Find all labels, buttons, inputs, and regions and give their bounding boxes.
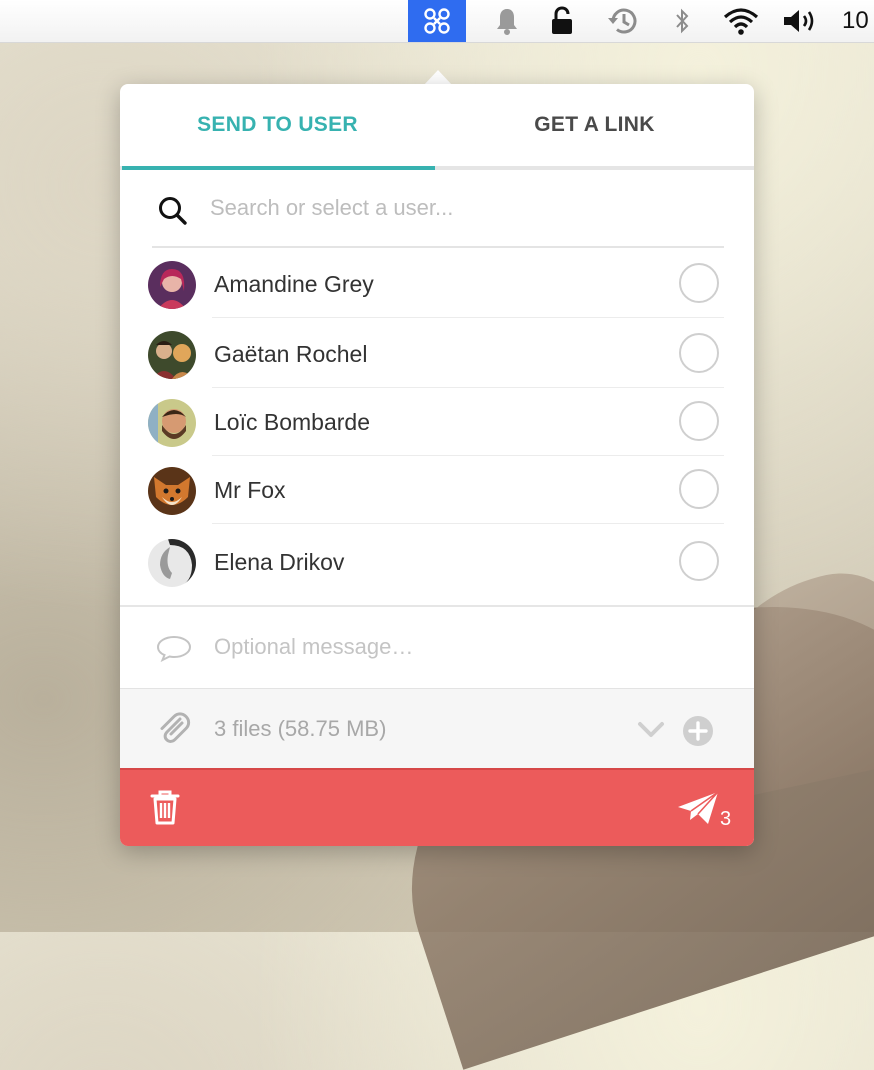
search-row xyxy=(152,170,724,248)
volume-icon[interactable] xyxy=(780,0,820,42)
message-input[interactable] xyxy=(214,629,714,665)
files-row: 3 files (58.75 MB) xyxy=(120,688,754,769)
avatar xyxy=(148,331,196,379)
select-radio[interactable] xyxy=(679,541,719,581)
add-file-icon[interactable] xyxy=(682,715,714,747)
paperclip-icon xyxy=(160,712,191,743)
avatar xyxy=(148,539,196,587)
user-name: Elena Drikov xyxy=(214,548,345,575)
user-name: Amandine Grey xyxy=(214,270,374,297)
send-count-badge: 3 xyxy=(720,808,732,830)
user-name: Loïc Bombarde xyxy=(214,408,370,435)
paper-plane-send-icon[interactable] xyxy=(676,790,720,826)
search-icon xyxy=(159,197,187,225)
avatar xyxy=(148,261,196,309)
menu-clock[interactable]: 10 xyxy=(842,0,874,42)
user-name: Mr Fox xyxy=(214,476,286,503)
bell-icon[interactable] xyxy=(490,0,524,42)
tab-send-to-user[interactable]: SEND TO USER xyxy=(120,84,435,170)
lock-icon[interactable] xyxy=(548,0,576,42)
user-row-loic-bombarde[interactable]: Loïc Bombarde xyxy=(120,388,754,456)
time-machine-icon[interactable] xyxy=(602,0,642,42)
trash-icon[interactable] xyxy=(150,790,180,826)
user-row-mr-fox[interactable]: Mr Fox xyxy=(120,456,754,524)
files-summary: 3 files (58.75 MB) xyxy=(214,716,387,741)
tab-bar: SEND TO USER GET A LINK xyxy=(120,84,754,170)
app-icon[interactable] xyxy=(408,0,466,42)
menu-bar: 10 xyxy=(0,0,874,43)
select-radio[interactable] xyxy=(679,401,719,441)
wifi-icon[interactable] xyxy=(718,0,764,42)
user-row-elena-drikov[interactable]: Elena Drikov xyxy=(120,528,754,596)
search-input[interactable] xyxy=(210,190,710,226)
action-footer: 3 xyxy=(120,768,754,846)
select-radio[interactable] xyxy=(679,263,719,303)
bluetooth-icon[interactable] xyxy=(670,0,694,42)
select-radio[interactable] xyxy=(679,469,719,509)
user-row-amandine-grey[interactable]: Amandine Grey xyxy=(120,250,754,318)
avatar xyxy=(148,467,196,515)
share-popover: SEND TO USER GET A LINK Amandine Grey Ga… xyxy=(120,84,754,846)
row-divider xyxy=(212,317,724,318)
cloverleaf-icon xyxy=(424,8,450,34)
avatar xyxy=(148,399,196,447)
row-divider xyxy=(212,523,724,524)
tab-get-a-link[interactable]: GET A LINK xyxy=(435,84,754,166)
user-name: Gaëtan Rochel xyxy=(214,340,368,367)
message-row xyxy=(120,605,754,688)
speech-bubble-icon xyxy=(156,635,192,662)
select-radio[interactable] xyxy=(679,333,719,373)
user-row-gaetan-rochel[interactable]: Gaëtan Rochel xyxy=(120,320,754,388)
chevron-down-icon[interactable] xyxy=(636,717,666,741)
